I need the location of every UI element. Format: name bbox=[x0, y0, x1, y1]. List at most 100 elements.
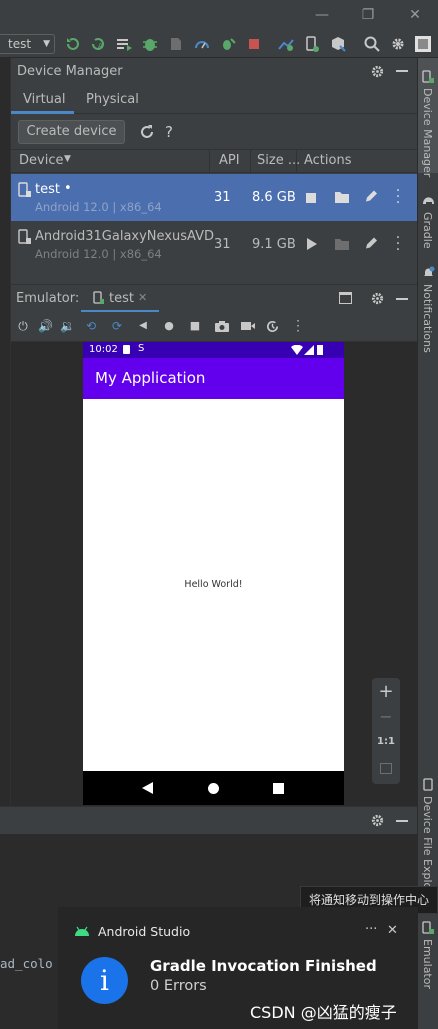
folder-icon[interactable] bbox=[334, 190, 350, 204]
emulator-toolbar: ⏻ 🔊 🔉 ⟲ ⟳ ◀ ● ■ · · · bbox=[11, 312, 417, 342]
left-tool-stripe bbox=[0, 58, 11, 806]
edit-pencil-icon[interactable] bbox=[364, 189, 378, 204]
emulator-tab-label: test bbox=[109, 291, 134, 306]
tab-emulator-test[interactable]: test ✕ bbox=[81, 285, 159, 313]
cell-signal-icon bbox=[304, 345, 314, 355]
create-device-button[interactable]: Create device bbox=[18, 120, 125, 144]
emulator-header: Emulator: test ✕ bbox=[11, 284, 417, 313]
help-icon[interactable]: ? bbox=[165, 123, 173, 141]
running-indicator: • bbox=[64, 181, 72, 196]
extended-controls-icon[interactable]: · · · bbox=[295, 315, 301, 337]
coverage-icon[interactable] bbox=[167, 35, 185, 53]
profile-icon[interactable] bbox=[193, 35, 211, 53]
refresh-icon[interactable] bbox=[139, 124, 155, 140]
home-icon[interactable]: ● bbox=[162, 319, 176, 333]
gradle-elephant-icon[interactable] bbox=[422, 194, 435, 207]
chevron-down-icon: ▼ bbox=[43, 39, 50, 49]
zoom-controls: + − 1:1 bbox=[372, 678, 400, 784]
device-row-test[interactable]: test • Android 12.0 | x86_64 31 8.6 GB ·… bbox=[11, 174, 417, 221]
sdk-manager-icon[interactable] bbox=[329, 35, 347, 53]
debug-icon[interactable] bbox=[141, 35, 159, 53]
column-divider bbox=[250, 150, 251, 172]
stripe-gradle[interactable]: Gradle bbox=[421, 212, 434, 249]
stop-device-icon[interactable] bbox=[306, 193, 316, 203]
stripe-emulator[interactable]: Emulator bbox=[421, 939, 434, 989]
tab-physical[interactable]: Physical bbox=[86, 92, 139, 107]
zoom-out-button[interactable]: − bbox=[372, 707, 400, 726]
gear-icon[interactable] bbox=[370, 813, 385, 828]
column-api[interactable]: API bbox=[219, 153, 240, 168]
emulator-stripe-icon[interactable] bbox=[422, 921, 435, 935]
hide-panel-icon[interactable] bbox=[396, 298, 408, 300]
column-actions[interactable]: Actions bbox=[304, 153, 352, 168]
screenshot-camera-icon[interactable] bbox=[214, 320, 230, 333]
more-options-icon[interactable]: · · · bbox=[395, 231, 401, 257]
attach-debugger-icon[interactable] bbox=[219, 35, 237, 53]
nav-back-icon[interactable] bbox=[142, 782, 153, 794]
minimize-icon[interactable]: — bbox=[312, 6, 332, 24]
play-device-icon[interactable] bbox=[306, 238, 317, 250]
edit-pencil-icon[interactable] bbox=[364, 236, 378, 251]
column-device[interactable]: Device bbox=[19, 153, 63, 168]
gear-icon[interactable] bbox=[370, 291, 385, 306]
user-avatar-icon[interactable] bbox=[414, 35, 432, 53]
android-studio-window: — ❐ ✕ test ▼ A Device Manager Virtual Ph… bbox=[0, 0, 438, 1029]
device-file-explorer-icon[interactable] bbox=[422, 778, 435, 791]
main-toolbar: test ▼ A bbox=[0, 30, 438, 58]
screen-record-icon[interactable] bbox=[240, 320, 256, 332]
zoom-fit-icon[interactable] bbox=[380, 763, 392, 774]
overview-icon[interactable]: ■ bbox=[188, 319, 202, 333]
stripe-notifications[interactable]: Notifications bbox=[421, 284, 434, 353]
more-options-icon[interactable]: · · · bbox=[395, 184, 401, 210]
stop-icon[interactable] bbox=[245, 35, 263, 53]
nav-overview-icon[interactable] bbox=[273, 783, 284, 794]
nav-home-icon[interactable] bbox=[208, 783, 219, 794]
emulator-phone-screen[interactable]: 10:02 S My Application Hello World! bbox=[83, 342, 344, 805]
sync-gradle-icon[interactable] bbox=[277, 35, 295, 53]
emulator-label: Emulator: bbox=[16, 291, 80, 306]
restore-icon[interactable]: ❐ bbox=[358, 6, 378, 24]
battery-icon bbox=[317, 345, 323, 355]
window-mode-icon[interactable] bbox=[339, 292, 352, 304]
close-tab-icon[interactable]: ✕ bbox=[138, 291, 147, 304]
run-tests-icon[interactable] bbox=[115, 35, 133, 53]
gear-icon[interactable] bbox=[370, 64, 385, 79]
rotate-left-icon[interactable]: ⟲ bbox=[84, 319, 98, 333]
close-icon[interactable]: ✕ bbox=[405, 6, 425, 24]
notification-more-icon[interactable]: ··· bbox=[365, 922, 377, 937]
notification-close-icon[interactable]: ✕ bbox=[387, 923, 398, 938]
settings-gear-icon[interactable] bbox=[389, 35, 407, 53]
sort-chevron-icon[interactable]: ▼ bbox=[64, 154, 71, 164]
power-icon[interactable]: ⏻ bbox=[16, 319, 30, 333]
wifi-icon bbox=[291, 345, 303, 355]
device-row-galaxy-nexus[interactable]: Android31GalaxyNexusAVD Android 12.0 | x… bbox=[11, 221, 417, 268]
device-manager-stripe-icon[interactable] bbox=[422, 70, 435, 84]
hide-panel-icon[interactable] bbox=[396, 70, 408, 72]
hide-panel-icon[interactable] bbox=[396, 820, 408, 822]
column-size[interactable]: Size ... bbox=[257, 153, 300, 168]
tab-virtual[interactable]: Virtual bbox=[23, 92, 65, 107]
svg-text:A: A bbox=[98, 42, 103, 50]
volume-up-icon[interactable]: 🔊 bbox=[38, 319, 53, 333]
snapshot-icon[interactable] bbox=[265, 319, 280, 334]
device-manager-panel: Device Manager Virtual Physical Create d… bbox=[11, 58, 417, 284]
phone-device-icon bbox=[18, 182, 31, 197]
apply-code-changes-icon[interactable]: A bbox=[89, 35, 107, 53]
notification-title: Gradle Invocation Finished bbox=[150, 957, 377, 975]
back-icon[interactable]: ◀ bbox=[136, 319, 150, 333]
search-icon[interactable] bbox=[363, 35, 381, 53]
stripe-device-manager[interactable]: Device Manager bbox=[421, 88, 434, 177]
device-api: 31 bbox=[214, 190, 231, 205]
zoom-in-button[interactable]: + bbox=[372, 681, 400, 702]
apply-changes-restart-icon[interactable] bbox=[64, 35, 82, 53]
rotate-right-icon[interactable]: ⟳ bbox=[110, 319, 124, 333]
zoom-actual-size-button[interactable]: 1:1 bbox=[372, 736, 400, 747]
notifications-bell-icon[interactable] bbox=[422, 266, 435, 279]
device-size: 9.1 GB bbox=[252, 237, 296, 252]
device-manager-toolbar-icon[interactable] bbox=[303, 35, 321, 53]
folder-icon[interactable] bbox=[334, 237, 350, 251]
run-config-dropdown[interactable]: test ▼ bbox=[0, 34, 55, 54]
volume-down-icon[interactable]: 🔉 bbox=[60, 319, 75, 333]
stripe-device-file-explorer[interactable]: Device File Explo bbox=[421, 796, 434, 889]
notification-toast[interactable]: Android Studio ··· ✕ i Gradle Invocation… bbox=[58, 907, 418, 1029]
